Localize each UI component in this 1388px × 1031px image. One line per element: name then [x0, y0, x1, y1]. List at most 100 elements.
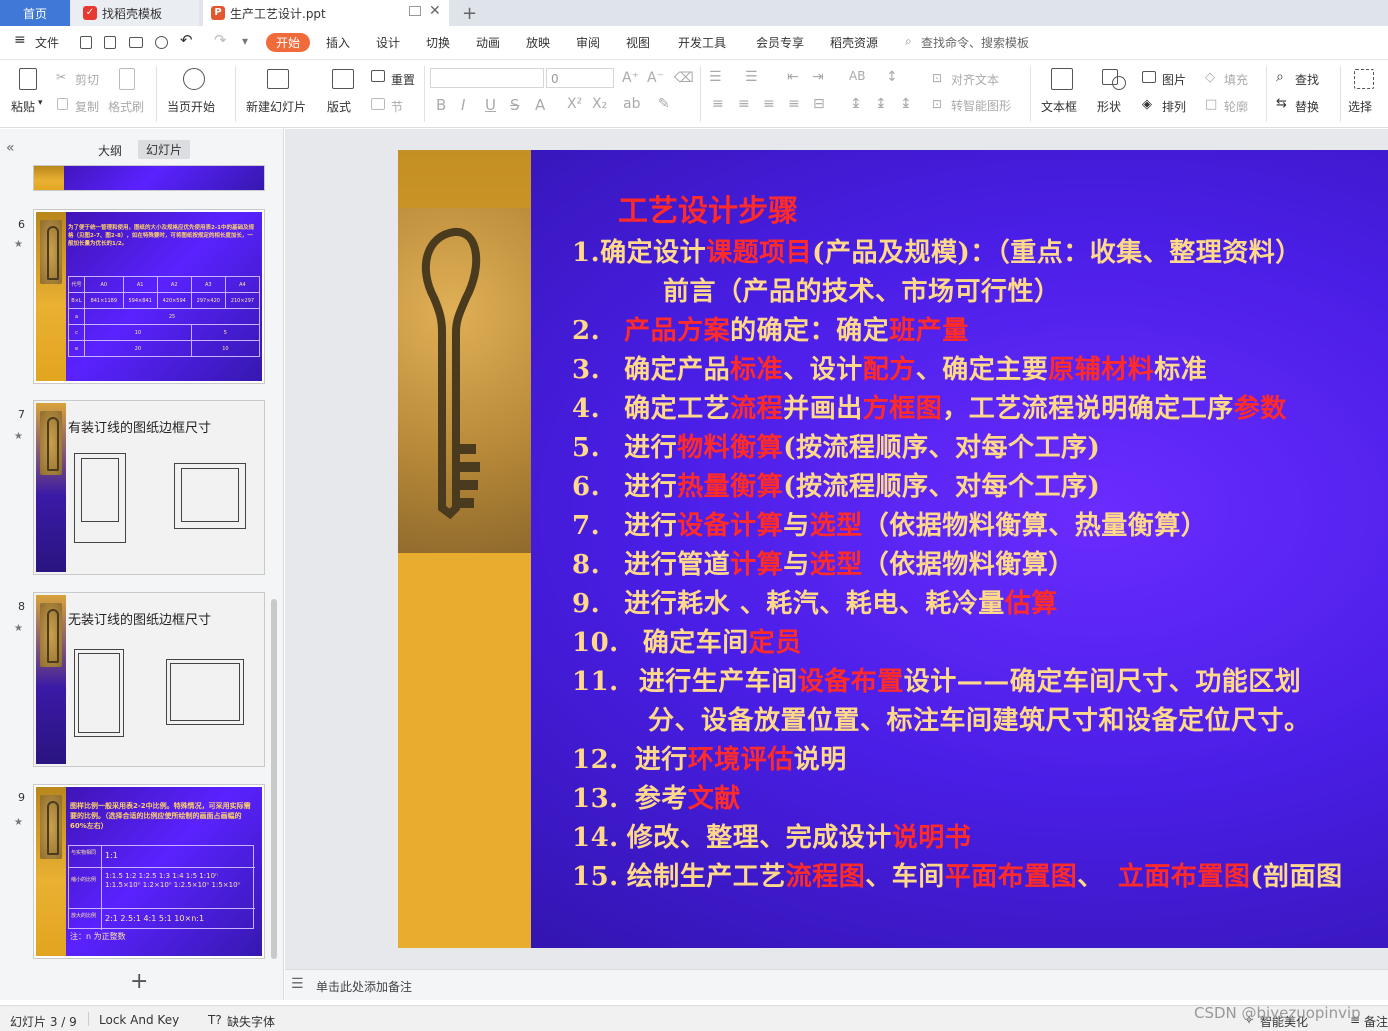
highlight-icon[interactable]: ✎: [658, 96, 670, 112]
clear-format-icon[interactable]: ⌫: [674, 70, 694, 86]
justify-icon[interactable]: ≡: [788, 96, 800, 112]
section-button[interactable]: 节: [391, 98, 403, 115]
new-slide-button[interactable]: 新建幻灯片: [246, 98, 306, 115]
menu-animation[interactable]: 动画: [476, 34, 500, 51]
slide-thumbnail-6[interactable]: 为了便于统一管理和使用，图纸的大小及规格应优先使用表2-1中的基础及规格（见图2…: [33, 209, 265, 384]
picture-button[interactable]: 图片: [1162, 71, 1186, 88]
fill-button[interactable]: 填充: [1224, 71, 1248, 88]
menu-docer[interactable]: 稻壳资源: [830, 34, 878, 51]
notes-bar[interactable]: ☰ 单击此处添加备注: [285, 969, 1388, 1000]
reset-icon[interactable]: [371, 70, 385, 82]
menu-slideshow[interactable]: 放映: [526, 34, 550, 51]
quick-access-dropdown-icon[interactable]: ▾: [242, 34, 248, 48]
paste-dropdown-icon[interactable]: ▾: [38, 98, 43, 108]
fill-icon[interactable]: ◇: [1205, 70, 1215, 85]
superscript-icon[interactable]: X²: [567, 96, 582, 112]
print-icon[interactable]: [129, 37, 143, 48]
textbox-button[interactable]: 文本框: [1041, 98, 1077, 115]
align-right-icon[interactable]: ≡: [763, 96, 775, 112]
paste-icon[interactable]: [19, 68, 37, 90]
font-family-combo[interactable]: [430, 68, 544, 88]
slide-thumbnail-9[interactable]: 图样比例一般采用表2-2中比例。特殊情况，可采用实际需要的比例。（选择合适的比例…: [33, 784, 265, 959]
slide-thumbnail-8[interactable]: 无装订线的图纸边框尺寸: [33, 592, 265, 767]
menu-insert[interactable]: 插入: [326, 34, 350, 51]
notes-toggle-button[interactable]: 备注: [1364, 1013, 1388, 1030]
copy-icon[interactable]: [57, 98, 68, 110]
para-spacing-icon[interactable]: ↨: [875, 96, 887, 112]
save-icon[interactable]: [80, 36, 92, 49]
menu-member[interactable]: 会员专享: [756, 34, 804, 51]
font-color-icon[interactable]: A: [535, 96, 545, 114]
new-slide-icon[interactable]: [267, 69, 289, 89]
outline-icon[interactable]: □: [1205, 97, 1217, 112]
search-icon[interactable]: ⌕: [905, 34, 912, 49]
section-icon[interactable]: [371, 98, 385, 110]
layout-icon[interactable]: [332, 69, 354, 89]
tab-template[interactable]: ✓ 找稻壳模板: [71, 0, 199, 26]
menu-design[interactable]: 设计: [376, 34, 400, 51]
arrange-icon[interactable]: ◈: [1142, 97, 1152, 112]
thumbnail-scrollbar[interactable]: [271, 599, 277, 959]
menu-review[interactable]: 审阅: [576, 34, 600, 51]
sort-icon[interactable]: ↕: [886, 69, 898, 85]
picture-icon[interactable]: [1142, 71, 1156, 83]
collapse-pane-icon[interactable]: «: [6, 140, 15, 156]
distribute-icon[interactable]: ⊟: [813, 96, 825, 112]
outline-button[interactable]: 轮廓: [1224, 98, 1248, 115]
decrease-indent-icon[interactable]: ⇤: [787, 69, 799, 85]
bullet-list-icon[interactable]: ☰: [709, 69, 722, 85]
tab-home[interactable]: 首页: [0, 0, 70, 26]
export-pdf-icon[interactable]: [104, 36, 116, 49]
grow-font-icon[interactable]: A⁺: [622, 70, 639, 86]
smart-shape-button[interactable]: 转智能图形: [951, 97, 1011, 114]
font-size-combo[interactable]: 0: [546, 68, 614, 88]
copy-button[interactable]: 复制: [75, 98, 99, 115]
subscript-icon[interactable]: X₂: [592, 96, 607, 112]
strikethrough-icon[interactable]: S: [510, 96, 520, 114]
window-restore-icon[interactable]: [409, 6, 421, 16]
tab-document[interactable]: P 生产工艺设计.ppt ✕: [203, 0, 449, 26]
smart-shape-icon[interactable]: ⊡: [932, 97, 942, 111]
arrange-button[interactable]: 排列: [1162, 98, 1186, 115]
undo-icon[interactable]: ↶: [180, 31, 193, 49]
new-tab-button[interactable]: +: [462, 0, 477, 26]
slide-thumbnail-5[interactable]: [33, 165, 265, 191]
hamburger-icon[interactable]: ≡: [14, 32, 26, 48]
shrink-font-icon[interactable]: A⁻: [647, 70, 664, 86]
menu-developer[interactable]: 开发工具: [678, 34, 726, 51]
underline-icon[interactable]: U: [485, 96, 496, 114]
menu-file[interactable]: 文件: [35, 34, 59, 51]
reset-button[interactable]: 重置: [391, 71, 415, 88]
replace-icon[interactable]: ⇆: [1276, 96, 1287, 111]
find-icon[interactable]: ⌕: [1276, 69, 1284, 85]
paste-button[interactable]: 粘贴: [11, 98, 35, 115]
cut-icon[interactable]: ✂: [56, 70, 66, 84]
textbox-icon[interactable]: [1051, 68, 1073, 90]
play-icon[interactable]: [183, 68, 205, 90]
menu-view[interactable]: 视图: [626, 34, 650, 51]
notes-placeholder[interactable]: 单击此处添加备注: [316, 978, 412, 995]
tab-slides[interactable]: 幻灯片: [138, 140, 191, 159]
shape-button[interactable]: 形状: [1097, 98, 1121, 115]
current-slide[interactable]: 工艺设计步骤 1.确定设计课题项目(产品及规模)：（重点：收集、整理资料） 前言…: [398, 150, 1388, 948]
align-center-icon[interactable]: ≡: [738, 96, 750, 112]
numbered-list-icon[interactable]: ☰: [745, 69, 758, 85]
spacing-more-icon[interactable]: ↨: [900, 96, 912, 112]
tab-outline[interactable]: 大纲: [98, 142, 122, 159]
layout-button[interactable]: 版式: [327, 98, 351, 115]
find-button[interactable]: 查找: [1295, 71, 1319, 88]
bold-icon[interactable]: B: [436, 96, 446, 114]
select-icon[interactable]: [1354, 69, 1374, 89]
format-painter-icon[interactable]: [119, 68, 135, 90]
menu-start[interactable]: 开始: [266, 33, 311, 52]
align-left-icon[interactable]: ≡: [712, 96, 724, 112]
char-spacing-icon[interactable]: ab: [623, 96, 640, 112]
select-button[interactable]: 选择: [1348, 98, 1372, 115]
search-commands[interactable]: 查找命令、搜索模板: [921, 34, 1029, 51]
redo-icon[interactable]: ↷: [214, 31, 227, 49]
replace-button[interactable]: 替换: [1295, 98, 1319, 115]
close-tab-icon[interactable]: ✕: [429, 3, 441, 19]
line-spacing-icon[interactable]: ↨: [850, 96, 862, 112]
cut-button[interactable]: 剪切: [75, 71, 99, 88]
align-text-icon[interactable]: ⊡: [932, 71, 942, 85]
